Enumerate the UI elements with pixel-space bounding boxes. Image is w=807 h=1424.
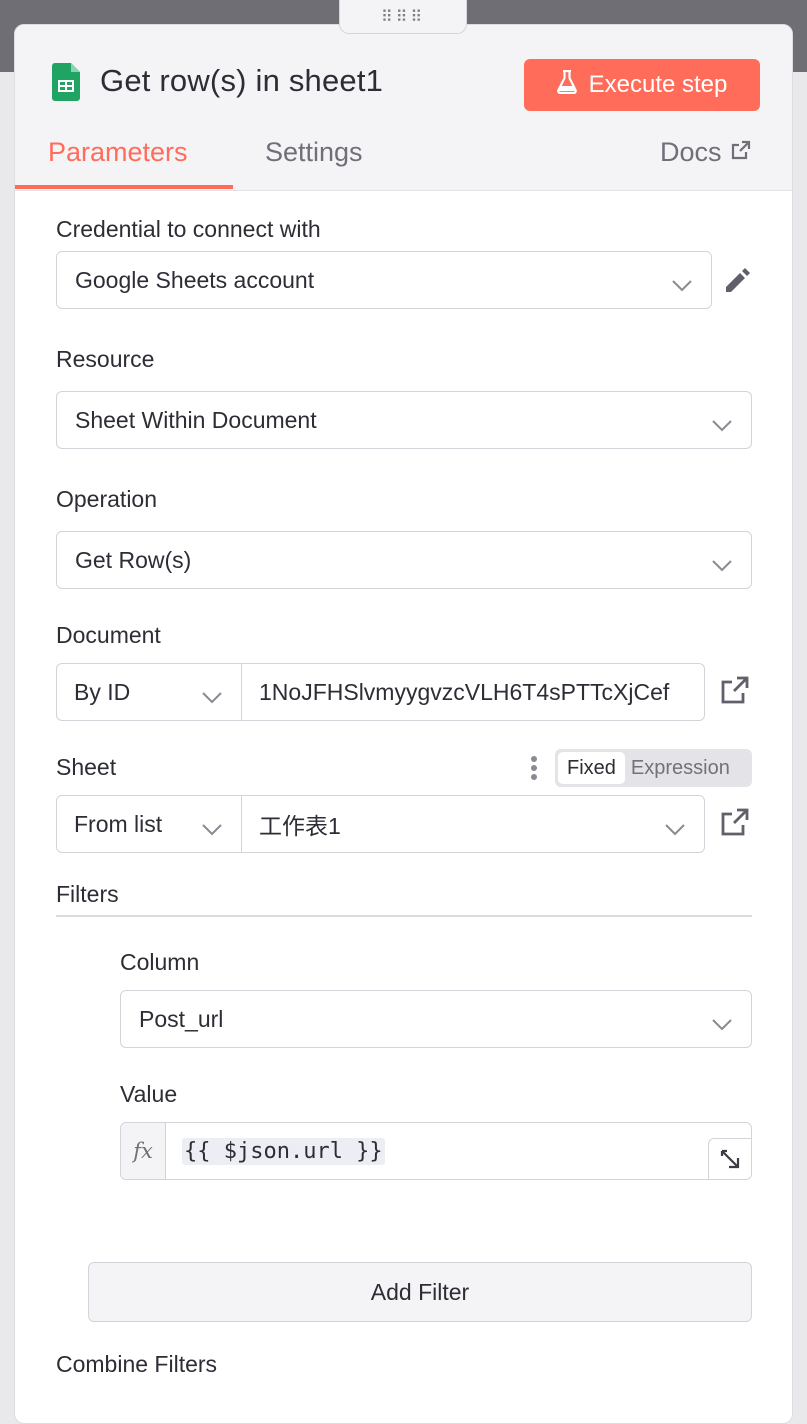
- operation-select[interactable]: Get Row(s): [56, 531, 752, 589]
- sheet-select[interactable]: 工作表1: [242, 796, 704, 852]
- chevron-down-icon: [711, 412, 733, 439]
- execute-step-label: Execute step: [588, 71, 728, 98]
- chevron-down-icon: [201, 816, 223, 843]
- fx-icon: fx: [121, 1123, 166, 1179]
- panel-header: Get row(s) in sheet1 Execute step Parame…: [15, 25, 792, 191]
- operation-value: Get Row(s): [75, 546, 192, 573]
- expand-editor-icon[interactable]: [708, 1138, 751, 1179]
- filter-column-label: Column: [120, 949, 200, 975]
- credential-label: Credential to connect with: [56, 216, 321, 242]
- edit-credential-pencil-icon[interactable]: [722, 265, 752, 300]
- canvas-background: [795, 72, 807, 1362]
- execute-step-button[interactable]: Execute step: [524, 59, 760, 111]
- node-settings-panel: Get row(s) in sheet1 Execute step Parame…: [14, 24, 793, 1424]
- document-mode-select[interactable]: By ID: [57, 664, 242, 720]
- expression-text: {{ $json.url }}: [182, 1137, 385, 1165]
- filter-column-select[interactable]: Post_url: [120, 990, 752, 1048]
- combine-filters-label: Combine Filters: [56, 1351, 218, 1377]
- chevron-down-icon: [711, 1011, 733, 1038]
- google-sheets-icon: [52, 63, 80, 106]
- filter-value-label: Value: [120, 1081, 178, 1107]
- toggle-expression[interactable]: Expression: [627, 752, 734, 784]
- filter-value-expression-input[interactable]: fx {{ $json.url }}: [120, 1122, 752, 1180]
- tab-settings[interactable]: Settings: [265, 137, 363, 168]
- chevron-down-icon: [664, 816, 686, 843]
- fixed-expression-toggle: Fixed Expression: [555, 749, 752, 787]
- docs-link[interactable]: Docs: [660, 137, 752, 168]
- active-tab-indicator: [15, 185, 233, 189]
- filter-column-value: Post_url: [139, 1005, 224, 1032]
- chevron-down-icon: [201, 684, 223, 711]
- sheet-field: From list 工作表1: [56, 795, 705, 853]
- credential-value: Google Sheets account: [75, 266, 315, 293]
- more-options-icon[interactable]: [530, 755, 538, 786]
- operation-label: Operation: [56, 486, 158, 512]
- chevron-down-icon: [711, 552, 733, 579]
- resource-value: Sheet Within Document: [75, 406, 317, 433]
- credential-select[interactable]: Google Sheets account: [56, 251, 712, 309]
- open-sheet-external-link-icon[interactable]: [720, 807, 750, 842]
- flask-icon: [556, 69, 577, 101]
- toggle-fixed[interactable]: Fixed: [558, 752, 625, 784]
- filters-divider: [56, 915, 752, 917]
- sheet-mode-value: From list: [74, 810, 163, 837]
- resource-select[interactable]: Sheet Within Document: [56, 391, 752, 449]
- document-mode-value: By ID: [74, 678, 131, 705]
- sheet-mode-select[interactable]: From list: [57, 796, 242, 852]
- node-title: Get row(s) in sheet1: [100, 63, 384, 98]
- document-label: Document: [56, 622, 161, 648]
- tab-parameters[interactable]: Parameters: [48, 137, 188, 168]
- external-link-icon: [730, 137, 752, 168]
- document-field: By ID 1NoJFHSlvmyygvzcVLH6T4sPTTcXjCef: [56, 663, 705, 721]
- sheet-label: Sheet: [56, 754, 117, 780]
- add-filter-button[interactable]: Add Filter: [88, 1262, 752, 1322]
- document-id-input[interactable]: 1NoJFHSlvmyygvzcVLH6T4sPTTcXjCef: [242, 664, 704, 720]
- docs-label: Docs: [660, 137, 722, 167]
- chevron-down-icon: [671, 272, 693, 299]
- sheet-value: 工作表1: [259, 813, 341, 839]
- open-document-external-link-icon[interactable]: [720, 675, 750, 710]
- drag-handle[interactable]: ⠿⠿⠿: [339, 0, 467, 34]
- filters-title: Filters: [56, 881, 119, 907]
- resource-label: Resource: [56, 346, 155, 372]
